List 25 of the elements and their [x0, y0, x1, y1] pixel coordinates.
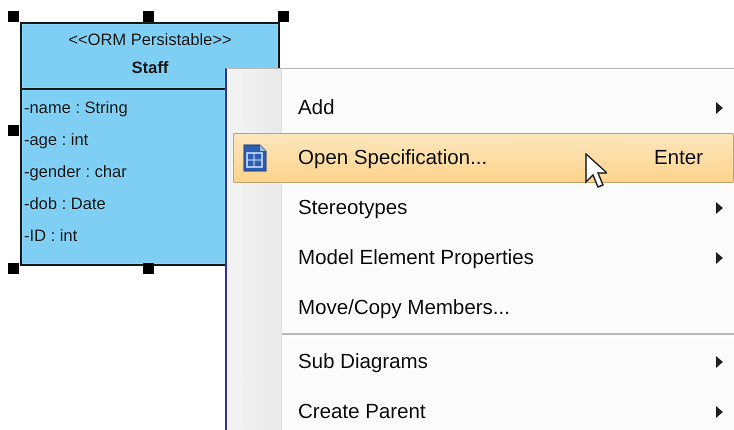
selection-handle[interactable] — [143, 11, 154, 22]
menu-item[interactable]: Sub Diagrams — [233, 337, 734, 387]
selection-handle[interactable] — [143, 263, 154, 274]
stereotype-label: <<ORM Persistable>> — [68, 31, 232, 49]
selection-handle[interactable] — [278, 11, 289, 22]
attribute-text: -name : String — [24, 99, 128, 117]
menu-item[interactable]: Open Specification... Enter — [233, 133, 734, 183]
class-name: Staff — [132, 59, 168, 77]
attribute-text: -gender : char — [24, 163, 127, 181]
selection-handle[interactable] — [8, 11, 19, 22]
submenu-arrow-icon — [716, 406, 723, 418]
submenu-arrow-icon — [716, 356, 723, 368]
attribute-text: -dob : Date — [24, 195, 106, 213]
submenu-arrow-icon — [716, 102, 723, 114]
submenu-arrow-icon — [716, 202, 723, 214]
menu-item[interactable]: Move/Copy Members... — [233, 283, 734, 333]
shortcut-text: Enter — [654, 144, 703, 171]
selection-handle[interactable] — [8, 263, 19, 274]
menu-item[interactable]: Create Parent — [233, 387, 734, 430]
mouse-pointer-icon — [585, 153, 607, 189]
specification-icon — [242, 142, 268, 174]
attribute-text: -ID : int — [24, 227, 78, 245]
submenu-arrow-icon — [716, 252, 723, 264]
attribute-text: -age : int — [24, 131, 88, 149]
selection-handle[interactable] — [8, 125, 19, 136]
